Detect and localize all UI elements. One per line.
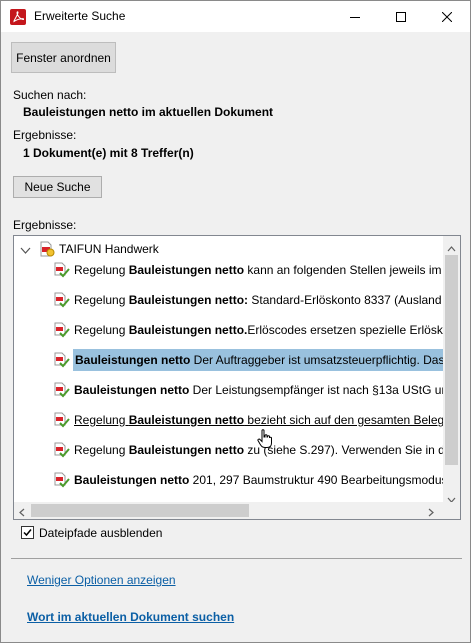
hit-context: bezieht sich auf den gesamten Beleg u — [244, 413, 444, 427]
hit-context: kann an folgenden Stellen jeweils im L — [244, 263, 444, 277]
search-hit-icon — [54, 442, 70, 458]
search-hit-icon — [54, 412, 70, 428]
results-list-label: Ergebnisse: — [13, 218, 77, 232]
minimize-icon[interactable] — [332, 1, 378, 32]
hit-context: 201, 297 Baumstruktur 490 Bearbeitungsmo… — [189, 473, 444, 487]
new-search-button[interactable]: Neue Suche — [13, 176, 102, 198]
search-hit-icon — [54, 292, 70, 308]
horizontal-scrollbar[interactable] — [14, 502, 444, 519]
scroll-up-icon[interactable] — [447, 241, 456, 255]
result-hit-row[interactable]: Regelung Bauleistungen netto: Standard-E… — [52, 289, 444, 311]
vertical-scroll-thumb[interactable] — [445, 255, 458, 465]
hit-prefix: Regelung — [74, 323, 129, 337]
results-tree[interactable]: TAIFUN Handwerk Regelung Bauleistungen n… — [13, 235, 461, 520]
search-query: Bauleistungen netto im aktuellen Dokumen… — [23, 105, 274, 119]
divider — [11, 558, 462, 559]
result-hit-text: Regelung Bauleistungen netto kann an fol… — [74, 263, 444, 277]
search-word-link[interactable]: Wort im aktuellen Dokument suchen — [27, 610, 234, 624]
result-hit-row[interactable]: Regelung Bauleistungen netto.Erlöscodes … — [52, 319, 444, 341]
hit-context: zu (siehe S.297). Verwenden Sie in dies — [244, 443, 444, 457]
hand-cursor-icon — [257, 429, 273, 452]
results-summary: 1 Dokument(e) mit 8 Treffer(n) — [23, 146, 194, 160]
search-hit-icon — [54, 322, 70, 338]
results-summary-label: Ergebnisse: — [13, 128, 77, 142]
window-title: Erweiterte Suche — [34, 9, 126, 23]
hide-paths-label: Dateipfade ausblenden — [39, 526, 163, 540]
hit-prefix: Regelung — [74, 293, 129, 307]
hit-context: Der Leistungsempfänger ist nach §13a USt… — [189, 383, 444, 397]
scroll-right-icon[interactable] — [428, 506, 434, 519]
result-hit-row[interactable]: Bauleistungen netto 201, 297 Baumstruktu… — [52, 469, 444, 491]
scroll-corner — [443, 502, 460, 519]
result-hit-row[interactable]: Bauleistungen netto Der Leistungsempfäng… — [52, 379, 444, 401]
search-hit-icon — [54, 472, 70, 488]
hit-term: Bauleistungen netto — [74, 383, 190, 397]
hit-term: Bauleistungen netto. — [128, 323, 248, 337]
acrobat-app-icon — [10, 9, 26, 25]
result-hit-text: Regelung Bauleistungen netto.Erlöscodes … — [74, 323, 444, 337]
hit-context: Standard-Erlöskonto 8337 (Ausland st — [248, 293, 444, 307]
search-hit-icon — [54, 262, 70, 278]
result-hit-row[interactable]: Bauleistungen netto Der Auftraggeber ist… — [52, 349, 444, 371]
hit-prefix: Regelung — [74, 263, 129, 277]
hit-term: Bauleistungen netto — [74, 473, 190, 487]
search-for-label: Suchen nach: — [13, 88, 87, 102]
hit-context: Der Auftraggeber ist umsatzsteuerpflicht… — [190, 353, 444, 367]
result-hit-row[interactable]: Regelung Bauleistungen netto zu (siehe S… — [52, 439, 444, 461]
close-icon[interactable] — [424, 1, 470, 32]
search-hit-icon — [54, 352, 70, 368]
hide-paths-checkbox[interactable] — [21, 526, 34, 539]
hit-term: Bauleistungen netto: — [128, 293, 249, 307]
maximize-icon[interactable] — [378, 1, 424, 32]
document-node[interactable]: TAIFUN Handwerk — [14, 241, 444, 257]
pdf-document-icon — [39, 241, 55, 260]
horizontal-scroll-thumb[interactable] — [31, 504, 249, 517]
hit-prefix: Regelung — [74, 413, 129, 427]
vertical-scrollbar[interactable] — [443, 236, 460, 519]
result-hit-text: Regelung Bauleistungen netto: Standard-E… — [74, 293, 444, 307]
hit-term: Bauleistungen netto — [128, 413, 245, 427]
checkmark-icon — [23, 529, 32, 537]
search-hit-icon — [54, 382, 70, 398]
hit-term: Bauleistungen netto — [128, 263, 245, 277]
document-title: TAIFUN Handwerk — [59, 242, 159, 256]
title-bar[interactable]: Erweiterte Suche — [1, 1, 470, 32]
hit-context: Erlöscodes ersetzen spezielle Erlöskont — [247, 323, 444, 337]
arrange-windows-button[interactable]: Fenster anordnen — [11, 42, 116, 73]
result-hit-text: Regelung Bauleistungen netto bezieht sic… — [74, 413, 444, 427]
result-hit-text: Bauleistungen netto Der Leistungsempfäng… — [74, 383, 444, 397]
scroll-left-icon[interactable] — [19, 506, 25, 519]
hit-term: Bauleistungen netto — [75, 353, 191, 367]
hit-term: Bauleistungen netto — [128, 443, 245, 457]
result-hit-row[interactable]: Regelung Bauleistungen netto kann an fol… — [52, 259, 444, 281]
advanced-search-window: Erweiterte Suche Fenster anordnen Suchen… — [0, 0, 471, 643]
result-hit-row[interactable]: Regelung Bauleistungen netto bezieht sic… — [52, 409, 444, 431]
result-hit-text: Bauleistungen netto 201, 297 Baumstruktu… — [74, 473, 444, 487]
hit-prefix: Regelung — [74, 443, 129, 457]
result-hit-text: Bauleistungen netto Der Auftraggeber ist… — [73, 349, 444, 371]
chevron-down-icon[interactable] — [20, 244, 31, 258]
fewer-options-link[interactable]: Weniger Optionen anzeigen — [27, 573, 176, 587]
